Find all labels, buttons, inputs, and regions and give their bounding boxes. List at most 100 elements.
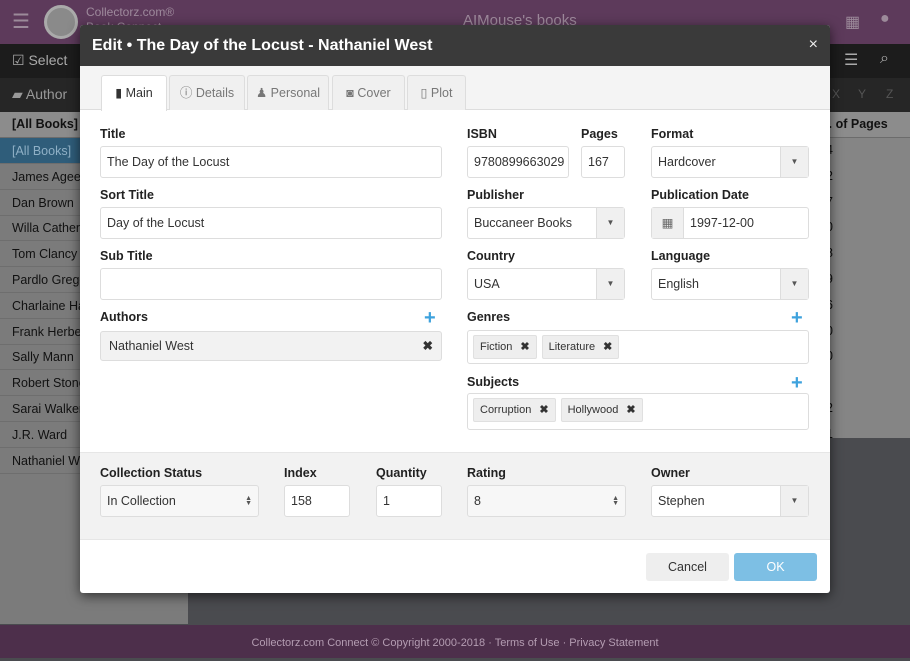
tab-main[interactable]: ▮ Main — [101, 75, 167, 111]
owner-value: Stephen — [658, 494, 705, 508]
collection-status-value: In Collection — [107, 494, 176, 508]
publisher-select[interactable]: Buccaneer Books ▼ — [467, 207, 625, 239]
chip-label: Hollywood — [567, 404, 619, 416]
tab-cover[interactable]: ◙ Cover — [332, 75, 405, 110]
remove-chip-icon[interactable]: ✖ — [603, 341, 612, 353]
user-icon: ♟ — [255, 86, 268, 100]
chip-label: Fiction — [480, 341, 513, 353]
search-icon[interactable]: ⌕ — [880, 50, 889, 68]
alpha-y[interactable]: Y — [858, 87, 866, 101]
chevron-down-icon[interactable]: ▼ — [596, 269, 624, 299]
tab-label: Cover — [357, 86, 391, 100]
format-value: Hardcover — [658, 155, 716, 169]
chevron-down-icon[interactable]: ▼ — [780, 147, 808, 177]
footer: Collectorz.com Connect © Copyright 2000-… — [0, 625, 910, 658]
publication-date-label: Publication Date — [651, 188, 749, 202]
title-label: Title — [100, 127, 126, 141]
chevron-down-icon[interactable]: ▼ — [780, 269, 808, 299]
tab-bar: ▮ Main ⓘ Details ♟ Personal ◙ Cover ▯ Pl… — [80, 66, 830, 111]
select-button[interactable]: ☑ Select — [12, 52, 67, 69]
genre-chip: Fiction ✖ — [473, 335, 537, 359]
logo-icon — [44, 5, 78, 39]
author-label: Author — [25, 86, 68, 102]
file-icon: ▯ — [420, 86, 428, 100]
collection-status-label: Collection Status — [100, 466, 203, 480]
format-select[interactable]: Hardcover ▼ — [651, 146, 809, 178]
tab-plot[interactable]: ▯ Plot — [407, 75, 466, 110]
info-icon: ⓘ — [179, 86, 193, 100]
brand-name: Collectorz.com® — [86, 5, 175, 19]
title-input[interactable]: The Day of the Locust — [100, 146, 442, 178]
dialog-title: Edit • The Day of the Locust - Nathaniel… — [92, 37, 433, 54]
tab-label: Main — [125, 86, 153, 100]
rating-label: Rating — [467, 466, 506, 480]
sort-title-input[interactable]: Day of the Locust — [100, 207, 442, 239]
alpha-x[interactable]: X — [832, 87, 840, 101]
isbn-label: ISBN — [467, 127, 497, 141]
isbn-input[interactable]: 9780899663029 — [467, 146, 569, 178]
sub-title-input[interactable] — [100, 268, 442, 300]
genres-field[interactable]: Fiction ✖ Literature ✖ — [467, 330, 809, 364]
remove-author-icon[interactable]: ✖ — [423, 332, 433, 360]
add-author-icon[interactable]: + — [424, 308, 436, 328]
updown-icon: ▲ ▼ — [612, 495, 619, 507]
add-subject-icon[interactable]: + — [791, 373, 803, 393]
language-select[interactable]: English ▼ — [651, 268, 809, 300]
subject-chip: Hollywood ✖ — [560, 398, 643, 422]
chevron-down-icon[interactable]: ▼ — [596, 208, 624, 238]
country-select[interactable]: USA ▼ — [467, 268, 625, 300]
ok-button[interactable]: OK — [734, 553, 817, 581]
user-icon[interactable]: ● — [880, 10, 890, 28]
author-name: Nathaniel West — [109, 339, 194, 353]
dialog-header: Edit • The Day of the Locust - Nathaniel… — [80, 25, 830, 66]
author-entry[interactable]: Nathaniel West ✖ — [100, 331, 442, 361]
list-view-icon[interactable]: ☰ — [844, 50, 858, 70]
chip-label: Corruption — [480, 404, 532, 416]
remove-chip-icon[interactable]: ✖ — [520, 341, 529, 353]
country-label: Country — [467, 249, 515, 263]
language-label: Language — [651, 249, 711, 263]
country-value: USA — [474, 277, 500, 291]
owner-label: Owner — [651, 466, 690, 480]
author-folder-button[interactable]: ▰ Author — [12, 86, 67, 103]
grid-icon[interactable]: ▦ — [845, 12, 860, 32]
publication-date-input[interactable]: ▦ 1997-12-00 — [651, 207, 809, 239]
quantity-input[interactable]: 1 — [376, 485, 442, 517]
sidebar-header[interactable]: [All Books] — [12, 117, 78, 131]
close-icon[interactable]: × — [809, 25, 818, 65]
remove-chip-icon[interactable]: ✖ — [539, 404, 548, 416]
alpha-z[interactable]: Z — [886, 87, 893, 101]
chevron-down-icon[interactable]: ▼ — [780, 486, 808, 516]
select-label: Select — [28, 52, 68, 68]
chip-label: Literature — [548, 341, 596, 353]
rating-value: 8 — [474, 494, 481, 508]
pages-input[interactable]: 167 — [581, 146, 625, 178]
rating-select[interactable]: 8 ▲ ▼ — [467, 485, 626, 517]
tab-personal[interactable]: ♟ Personal — [247, 75, 329, 110]
updown-icon: ▲ ▼ — [245, 495, 252, 507]
publisher-label: Publisher — [467, 188, 524, 202]
index-input[interactable]: 158 — [284, 485, 350, 517]
cancel-button[interactable]: Cancel — [646, 553, 729, 581]
authors-label: Authors — [100, 310, 148, 324]
publication-date-value: 1997-12-00 — [690, 216, 754, 230]
edit-book-dialog: Edit • The Day of the Locust - Nathaniel… — [80, 25, 830, 593]
collection-status-select[interactable]: In Collection ▲ ▼ — [100, 485, 259, 517]
menu-icon[interactable]: ☰ — [12, 9, 30, 34]
owner-select[interactable]: Stephen ▼ — [651, 485, 809, 517]
subject-chip: Corruption ✖ — [473, 398, 556, 422]
add-genre-icon[interactable]: + — [791, 308, 803, 328]
tab-details[interactable]: ⓘ Details — [169, 75, 245, 110]
format-label: Format — [651, 127, 694, 141]
quantity-label: Quantity — [376, 466, 427, 480]
genres-label: Genres — [467, 310, 511, 324]
calendar-icon[interactable]: ▦ — [652, 208, 684, 238]
book-icon: ▮ — [115, 86, 123, 100]
sub-title-label: Sub Title — [100, 249, 153, 263]
pages-label: Pages — [581, 127, 618, 141]
subjects-label: Subjects — [467, 375, 520, 389]
remove-chip-icon[interactable]: ✖ — [626, 404, 635, 416]
subjects-field[interactable]: Corruption ✖ Hollywood ✖ — [467, 393, 809, 430]
language-value: English — [658, 277, 699, 291]
tab-label: Details — [195, 86, 235, 100]
